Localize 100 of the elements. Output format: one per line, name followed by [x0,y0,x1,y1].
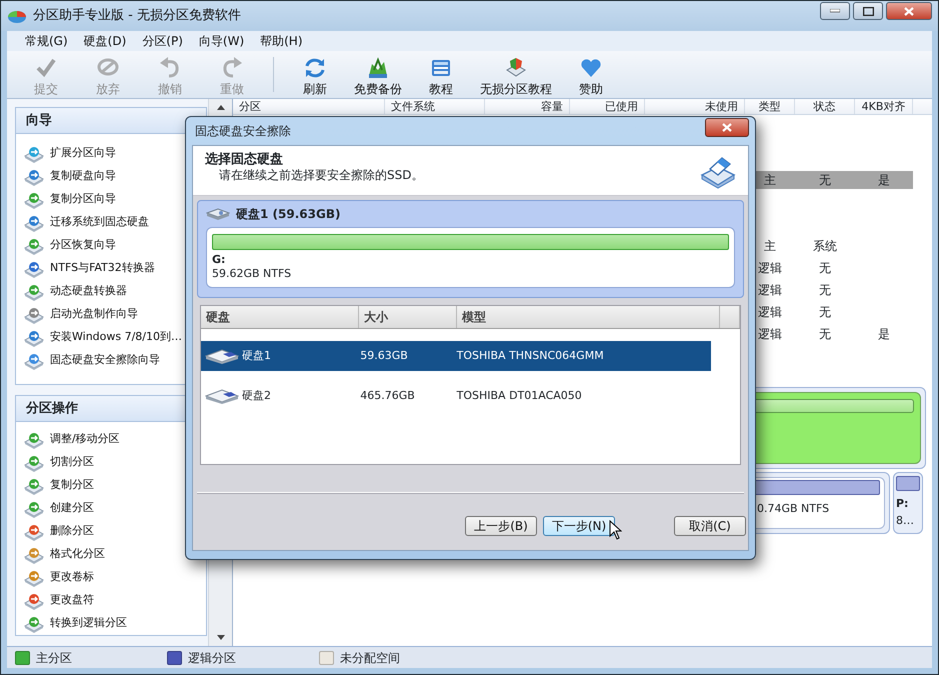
app-logo-icon [7,8,27,24]
minimize-button[interactable] [820,2,850,20]
sidebar-item[interactable]: 切割分区 [16,451,206,474]
column-header[interactable]: 状态 [795,99,855,114]
scroll-down-icon[interactable] [216,635,224,640]
check-icon [34,56,58,78]
disk-icon [24,260,44,278]
partition-info: 8… [896,512,915,528]
legend-label: 主分区 [36,650,72,666]
step-heading: 选择固态硬盘 [205,152,284,168]
disk-icon [24,214,44,232]
toolbar-button[interactable]: 无损分区教程 [472,51,560,98]
menu-item[interactable]: 常规(G) [17,31,76,51]
disk-icon [24,282,44,300]
window-title: 分区助手专业版 - 无损分区免费软件 [33,7,241,26]
disk-icon [24,476,44,494]
table-cell-text: 主 [763,238,777,255]
sidebar-item[interactable]: 复制分区向导 [16,188,206,211]
legend-label: 逻辑分区 [188,650,236,666]
dialog-title: 固态硬盘安全擦除 [194,123,291,140]
backup-icon [366,56,390,78]
disk-icon [24,614,44,632]
model-cell-text: TOSHIBA DT01ACA050 [456,388,583,404]
disk-icon [24,306,44,324]
menu-item[interactable]: 向导(W) [190,31,252,51]
sidebar-item[interactable]: 复制分区 [16,474,206,497]
dialog-button[interactable]: 下一步(N) [543,516,615,536]
sidebar-item[interactable]: 创建分区 [16,497,206,520]
sidebar-item[interactable]: 迁移系统到固态硬盘 [16,211,206,234]
disk-icon [24,522,44,540]
disk-name: 硬盘1 [242,348,271,364]
sidebar-item[interactable]: 复制硬盘向导 [16,165,206,188]
toolbar-button[interactable]: 刷新 [284,51,346,98]
partition-info: 59.62GB NTFS [212,267,292,281]
sidebar-item[interactable]: 格式化分区 [16,543,206,566]
column-header[interactable]: 未使用 [645,99,745,114]
column-header[interactable]: 4KB对齐 [855,99,913,114]
menu-item[interactable]: 硬盘(D) [76,31,134,51]
close-icon [722,122,732,132]
table-cell-text: 逻辑 [757,282,783,299]
partition-bar [896,476,920,491]
disk-icon [24,592,44,610]
sidebar-item[interactable]: 分区恢复向导 [16,234,206,257]
scroll-up-icon[interactable] [216,105,224,110]
column-header[interactable]: 类型 [745,99,795,114]
disk-icon [24,168,44,186]
table-cell-text: 系统 [812,238,838,255]
sidebar-item[interactable]: NTFS与FAT32转换器 [16,257,206,280]
no-entry-icon [96,56,120,78]
sidebar-item[interactable]: 更改盘符 [16,589,206,612]
close-button[interactable] [705,118,749,136]
column-header[interactable]: 模型 [457,306,720,328]
table-cell-text: 无 [818,326,832,343]
toolbar-button[interactable]: 教程 [410,51,472,98]
partition-info: 0.74GB NTFS [757,501,830,517]
disk-icon [24,430,44,448]
column-header[interactable]: 已使用 [570,99,645,114]
size-cell-text: 465.76GB [359,388,416,404]
list-row[interactable]: 硬盘1 59.63GB TOSHIBA THNSNC064GMM [201,341,711,371]
column-header[interactable]: 容量 [485,99,570,114]
toolbar-button[interactable]: 赞助 [560,51,622,98]
sidebar-item[interactable]: 调整/移动分区 [16,428,206,451]
drive-letter: P: [896,496,910,512]
sidebar-item[interactable]: 扩展分区向导 [16,142,206,165]
dialog-button[interactable]: 上一步(B) [465,516,537,536]
table-cell-text: 逻辑 [757,326,783,343]
partition-block[interactable]: G: 59.62GB NTFS [206,227,735,288]
column-header[interactable]: 硬盘 [201,306,359,328]
table-cell-text: 无 [818,172,832,189]
column-header[interactable]: 大小 [359,306,457,328]
disk-card[interactable]: P: 8… [893,472,923,534]
close-button[interactable] [886,2,932,20]
sidebar-item[interactable]: 删除分区 [16,520,206,543]
column-header[interactable]: 分区 [233,99,385,114]
drive-letter: G: [212,253,226,267]
maximize-icon [862,6,874,16]
sidebar-item[interactable]: 转换到逻辑分区 [16,612,206,635]
table-cell-text: 无 [818,304,832,321]
sidebar-item[interactable]: 更改卷标 [16,566,206,589]
shield-icon [504,56,528,78]
table-cell-text: 无 [818,282,832,299]
legend-label: 未分配空间 [340,650,400,666]
sidebar-item[interactable]: 动态硬盘转换器 [16,280,206,303]
disk-icon [24,236,44,254]
maximize-button[interactable] [853,2,883,20]
dialog-button[interactable]: 取消(C) [674,516,746,536]
toolbar-button[interactable]: 免费备份 [346,51,410,98]
disk-icon [24,144,44,162]
menu-item[interactable]: 分区(P) [134,31,191,51]
step-description: 请在继续之前选择要安全擦除的SSD。 [218,168,424,183]
refresh-icon [303,56,327,78]
column-header[interactable]: 文件系统 [385,99,485,114]
disk-name: 硬盘2 [242,388,271,404]
disk-title: 硬盘1 (59.63GB) [236,206,340,223]
cursor-icon [609,520,622,540]
disk-icon [24,500,44,518]
disk-icon [24,454,44,472]
menu-item[interactable]: 帮助(H) [252,31,311,51]
minimize-icon [830,9,840,13]
disk-icon [24,190,44,208]
